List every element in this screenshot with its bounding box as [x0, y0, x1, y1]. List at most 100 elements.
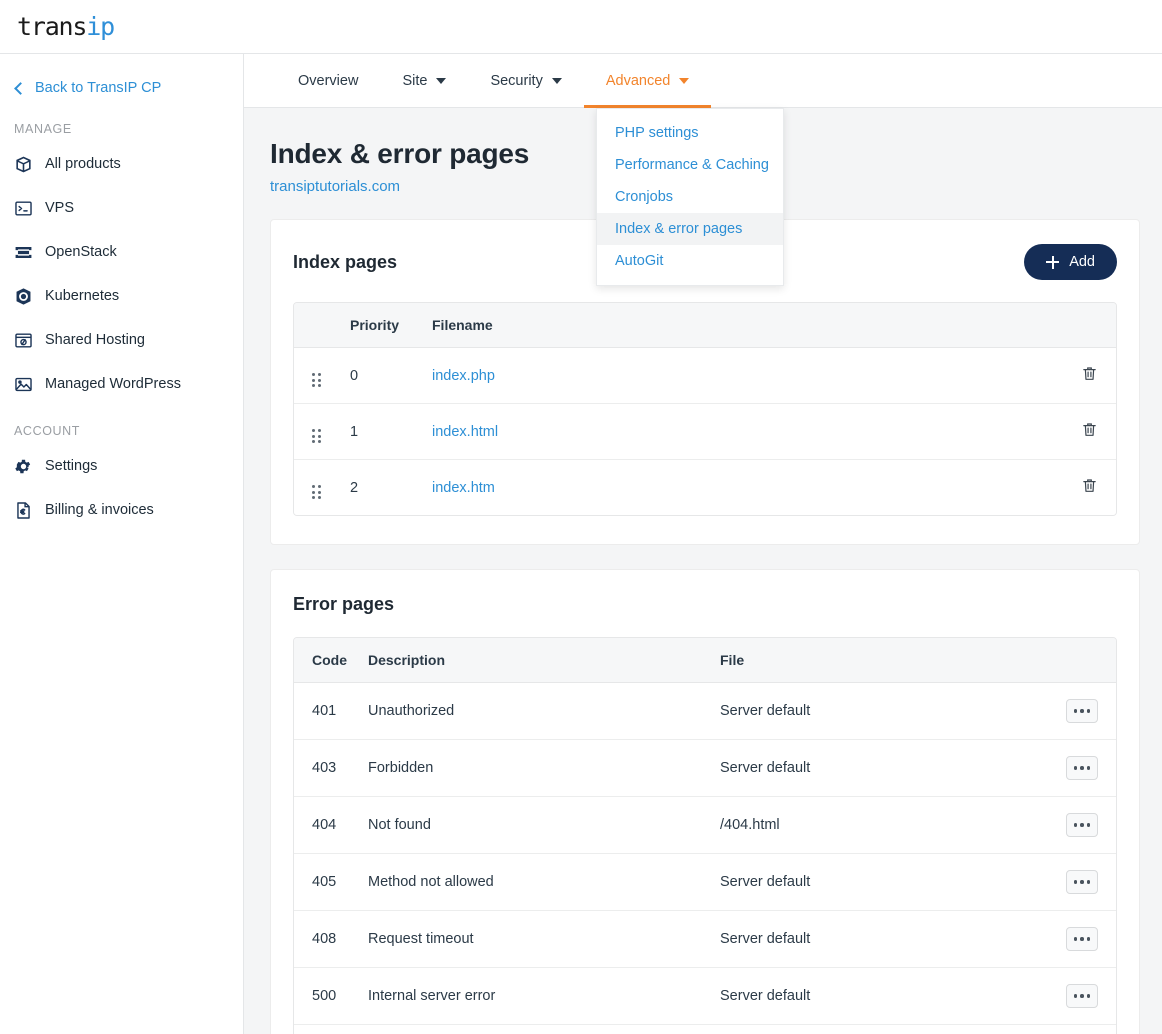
table-row: 401 Unauthorized Server default: [294, 682, 1116, 740]
sidebar-section-label-account: ACCOUNT: [14, 424, 81, 438]
dropdown-item-performance-caching[interactable]: Performance & Caching: [597, 149, 783, 181]
tab-advanced[interactable]: Advanced: [583, 54, 712, 108]
error-pages-card: Error pages Code Description File 401 Un…: [270, 569, 1140, 1034]
error-file: Server default: [710, 910, 1056, 968]
sidebar-item-kubernetes[interactable]: Kubernetes: [0, 274, 243, 318]
dropdown-item-cronjobs[interactable]: Cronjobs: [597, 181, 783, 213]
error-row-actions: [1056, 967, 1116, 1025]
table-row: 404 Not found /404.html: [294, 796, 1116, 854]
more-options-icon[interactable]: [1066, 756, 1098, 780]
index-row-actions: [1060, 347, 1116, 404]
error-file: Server default: [710, 853, 1056, 911]
error-row-actions: [1056, 739, 1116, 797]
sidebar: Back to TransIP CP MANAGE All products V…: [0, 54, 244, 1034]
more-options-icon[interactable]: [1066, 927, 1098, 951]
chevron-down-icon: [436, 77, 447, 84]
drag-handle-cell[interactable]: [294, 403, 340, 460]
sidebar-item-managed-wordpress[interactable]: Managed WordPress: [0, 362, 243, 406]
delete-icon[interactable]: [1081, 421, 1098, 442]
tab-site[interactable]: Site: [380, 54, 468, 107]
index-filename-link[interactable]: index.php: [432, 368, 495, 384]
sidebar-item-label: All products: [45, 156, 121, 172]
dropdown-item-php-settings[interactable]: PHP settings: [597, 117, 783, 149]
image-icon: [14, 375, 33, 394]
drag-handle-icon[interactable]: [312, 429, 321, 443]
drag-handle-icon[interactable]: [312, 373, 321, 387]
error-pages-title: Error pages: [293, 594, 395, 614]
back-to-transip-cp-link[interactable]: Back to TransIP CP: [0, 76, 243, 100]
tab-overview[interactable]: Overview: [276, 54, 380, 107]
table-row: 405 Method not allowed Server default: [294, 853, 1116, 911]
error-row-actions: [1056, 853, 1116, 911]
index-row-actions: [1060, 403, 1116, 460]
plus-icon: [1046, 255, 1060, 269]
dropdown-item-autogit[interactable]: AutoGit: [597, 245, 783, 277]
more-options-icon[interactable]: [1066, 813, 1098, 837]
error-row-actions: [1056, 682, 1116, 740]
sidebar-section-label-manage: MANAGE: [14, 122, 72, 136]
sidebar-group-manage: MANAGE All products VPS OpenStack Kubern…: [0, 122, 243, 406]
table-row: 503 Service unavailable Server default: [294, 1024, 1116, 1034]
error-description: Method not allowed: [358, 853, 710, 911]
add-button-label: Add: [1069, 254, 1095, 270]
error-file: /404.html: [710, 796, 1056, 854]
table-row: 403 Forbidden Server default: [294, 739, 1116, 797]
drag-handle-icon[interactable]: [312, 485, 321, 499]
dropdown-item-label: Cronjobs: [615, 189, 674, 205]
main-region: Overview Site Security Advanced PHP sett…: [244, 54, 1162, 1034]
app-body: Back to TransIP CP MANAGE All products V…: [0, 54, 1162, 1034]
more-options-icon[interactable]: [1066, 984, 1098, 1008]
index-filename-link[interactable]: index.htm: [432, 480, 495, 496]
error-description: Service unavailable: [358, 1024, 710, 1034]
index-filename-link[interactable]: index.html: [432, 424, 498, 440]
sidebar-item-label: Managed WordPress: [45, 376, 181, 392]
error-description: Unauthorized: [358, 682, 710, 740]
tab-label: Advanced: [605, 72, 671, 89]
sidebar-item-label: Settings: [45, 458, 98, 474]
advanced-dropdown-menu: PHP settings Performance & Caching Cronj…: [596, 108, 784, 286]
column-header-handle: [294, 303, 340, 348]
sidebar-item-vps[interactable]: VPS: [0, 186, 243, 230]
column-header-code: Code: [294, 638, 358, 683]
transip-logo[interactable]: transip: [17, 14, 115, 39]
more-options-icon[interactable]: [1066, 870, 1098, 894]
index-priority: 1: [340, 403, 422, 460]
index-filename-cell: index.htm: [422, 459, 1060, 515]
error-code: 404: [294, 796, 358, 854]
error-code: 500: [294, 967, 358, 1025]
sidebar-group-account: ACCOUNT Settings Billing & invoices: [0, 424, 243, 532]
dropdown-item-label: Performance & Caching: [615, 157, 769, 173]
error-row-actions: [1056, 1024, 1116, 1034]
tab-security[interactable]: Security: [468, 54, 583, 107]
table-row: 1 index.html: [294, 403, 1116, 460]
sidebar-item-all-products[interactable]: All products: [0, 142, 243, 186]
error-row-actions: [1056, 910, 1116, 968]
index-row-actions: [1060, 459, 1116, 515]
dropdown-item-label: AutoGit: [615, 253, 664, 269]
box-icon: [14, 155, 33, 174]
tab-label: Security: [490, 72, 543, 89]
error-code: 403: [294, 739, 358, 797]
error-row-actions: [1056, 796, 1116, 854]
sidebar-item-openstack[interactable]: OpenStack: [0, 230, 243, 274]
add-index-page-button[interactable]: Add: [1024, 244, 1117, 280]
table-row: 408 Request timeout Server default: [294, 910, 1116, 968]
more-options-icon[interactable]: [1066, 699, 1098, 723]
error-code: 401: [294, 682, 358, 740]
sidebar-item-billing-invoices[interactable]: Billing & invoices: [0, 488, 243, 532]
delete-icon[interactable]: [1081, 365, 1098, 386]
sidebar-item-shared-hosting[interactable]: Shared Hosting: [0, 318, 243, 362]
sidebar-item-label: Billing & invoices: [45, 502, 154, 518]
error-description: Not found: [358, 796, 710, 854]
sidebar-item-label: OpenStack: [45, 244, 117, 260]
column-header-description: Description: [358, 638, 710, 683]
dropdown-item-label: Index & error pages: [615, 221, 743, 237]
dropdown-item-index-error-pages[interactable]: Index & error pages: [597, 213, 783, 245]
index-filename-cell: index.php: [422, 347, 1060, 404]
column-header-filename: Filename: [422, 303, 1060, 348]
sidebar-item-settings[interactable]: Settings: [0, 444, 243, 488]
drag-handle-cell[interactable]: [294, 459, 340, 515]
delete-icon[interactable]: [1081, 477, 1098, 498]
sidebar-item-label: Shared Hosting: [45, 332, 145, 348]
drag-handle-cell[interactable]: [294, 347, 340, 404]
